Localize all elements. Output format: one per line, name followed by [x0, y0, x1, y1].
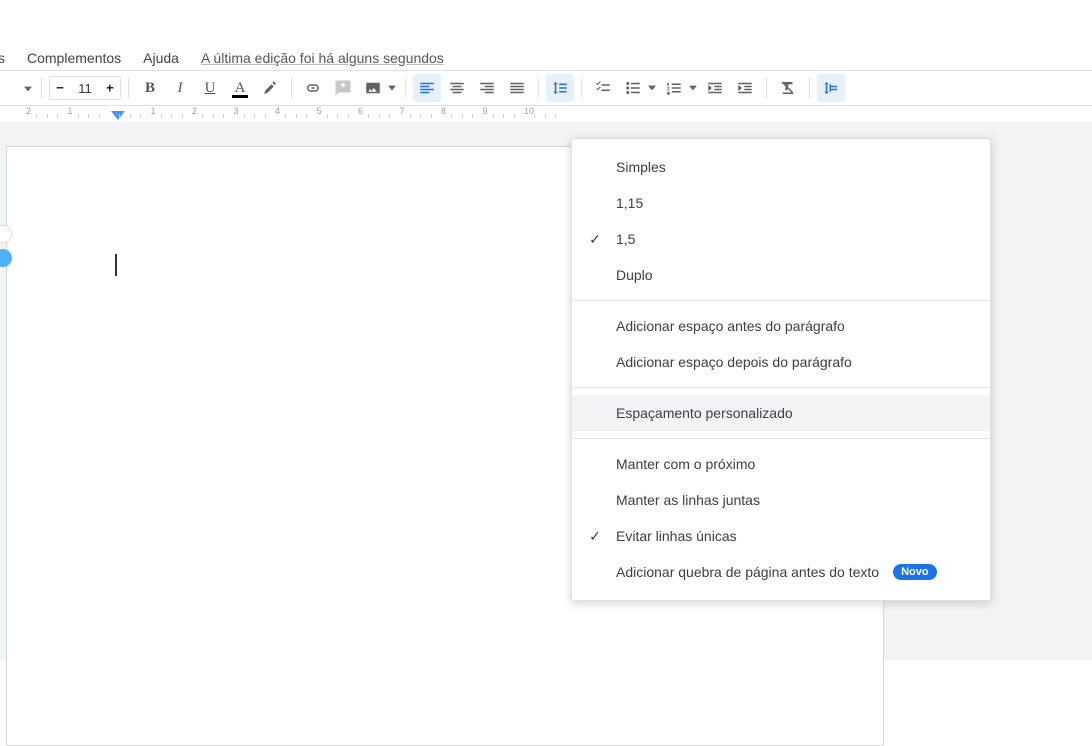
ruler-tick: 5 — [317, 106, 322, 116]
font-size-decrement[interactable] — [50, 77, 70, 99]
bulleted-list-button[interactable] — [619, 74, 658, 102]
caret-down-icon — [689, 79, 697, 97]
italic-button[interactable]: I — [166, 74, 194, 102]
numbered-list-button[interactable] — [660, 74, 699, 102]
separator — [128, 78, 129, 98]
insert-image-button[interactable] — [359, 74, 398, 102]
ruler-tick: 3 — [234, 106, 239, 116]
editing-mode-button[interactable] — [817, 74, 845, 102]
separator — [405, 78, 406, 98]
align-justify-button[interactable] — [503, 74, 531, 102]
highlight-button[interactable] — [256, 74, 284, 102]
ruler-tick: 7 — [400, 106, 405, 116]
menu-item-ajuda[interactable]: Ajuda — [143, 50, 179, 66]
add-comment-button[interactable] — [329, 74, 357, 102]
menu-separator — [572, 387, 990, 388]
menu-separator — [572, 300, 990, 301]
decrease-indent-button[interactable] — [701, 74, 729, 102]
font-size-increment[interactable] — [100, 77, 120, 99]
separator — [581, 78, 582, 98]
menu-item-space-after[interactable]: Adicionar espaço depois do parágrafo — [572, 344, 990, 380]
left-side-widgets — [0, 225, 14, 273]
align-right-button[interactable] — [473, 74, 501, 102]
text-color-button[interactable]: A — [226, 74, 254, 102]
ruler-tick: 2 — [192, 106, 197, 116]
insert-link-button[interactable] — [299, 74, 327, 102]
increase-indent-button[interactable] — [731, 74, 759, 102]
ruler-tick: 6 — [358, 106, 363, 116]
ruler-tick: 9 — [483, 106, 488, 116]
separator — [41, 78, 42, 98]
font-size-input[interactable] — [70, 77, 100, 99]
menu-item-truncated[interactable]: s — [0, 50, 5, 66]
menu-item-simples[interactable]: Simples — [572, 149, 990, 185]
separator — [538, 78, 539, 98]
bold-button[interactable]: B — [136, 74, 164, 102]
clear-formatting-button[interactable] — [774, 74, 802, 102]
ruler-tick: 2 — [26, 106, 31, 116]
ruler[interactable]: 2 1 1 2 3 4 5 6 7 8 9 10 — [0, 106, 1092, 122]
menu-item-keep-next[interactable]: Manter com o próximo — [572, 446, 990, 482]
line-spacing-button[interactable] — [546, 74, 574, 102]
menu-item-custom-spacing[interactable]: Espaçamento personalizado — [572, 395, 990, 431]
last-edit-status[interactable]: A última edição foi há alguns segundos — [201, 50, 444, 66]
menu-bar: s Complementos Ajuda A última edição foi… — [0, 30, 1092, 70]
menu-item-keep-lines[interactable]: Manter as linhas juntas — [572, 482, 990, 518]
ruler-tick: 1 — [68, 106, 73, 116]
align-left-button[interactable] — [413, 74, 441, 102]
underline-button[interactable]: U — [196, 74, 224, 102]
separator — [291, 78, 292, 98]
zoom-dropdown[interactable] — [4, 75, 34, 101]
side-button-2[interactable] — [0, 249, 12, 267]
ruler-tick: 4 — [275, 106, 280, 116]
caret-down-icon — [24, 81, 32, 96]
ruler-tick: 10 — [524, 106, 534, 116]
toolbar: B I U A — [0, 70, 1092, 106]
caret-down-icon — [648, 79, 656, 97]
menu-item-duplo[interactable]: Duplo — [572, 257, 990, 293]
menu-item-15[interactable]: ✓ 1,5 — [572, 221, 990, 257]
separator — [766, 78, 767, 98]
check-icon: ✓ — [585, 231, 605, 248]
menu-separator — [572, 438, 990, 439]
indent-marker[interactable] — [111, 111, 125, 121]
new-badge: Novo — [893, 564, 937, 580]
side-button-1[interactable] — [0, 225, 12, 243]
caret-down-icon — [388, 79, 396, 97]
menu-item-115[interactable]: 1,15 — [572, 185, 990, 221]
font-size-stepper[interactable] — [49, 76, 121, 100]
menu-item-space-before[interactable]: Adicionar espaço antes do parágrafo — [572, 308, 990, 344]
align-center-button[interactable] — [443, 74, 471, 102]
checklist-button[interactable] — [589, 74, 617, 102]
separator — [809, 78, 810, 98]
ruler-tick: 1 — [151, 106, 156, 116]
menu-item-avoid-single[interactable]: ✓ Evitar linhas únicas — [572, 518, 990, 554]
ruler-tick: 8 — [441, 106, 446, 116]
line-spacing-menu: Simples 1,15 ✓ 1,5 Duplo Adicionar espaç… — [571, 138, 991, 601]
check-icon: ✓ — [585, 528, 605, 545]
menu-item-complementos[interactable]: Complementos — [27, 50, 121, 66]
menu-item-page-break-before[interactable]: Adicionar quebra de página antes do text… — [572, 554, 990, 590]
text-cursor — [115, 254, 117, 276]
